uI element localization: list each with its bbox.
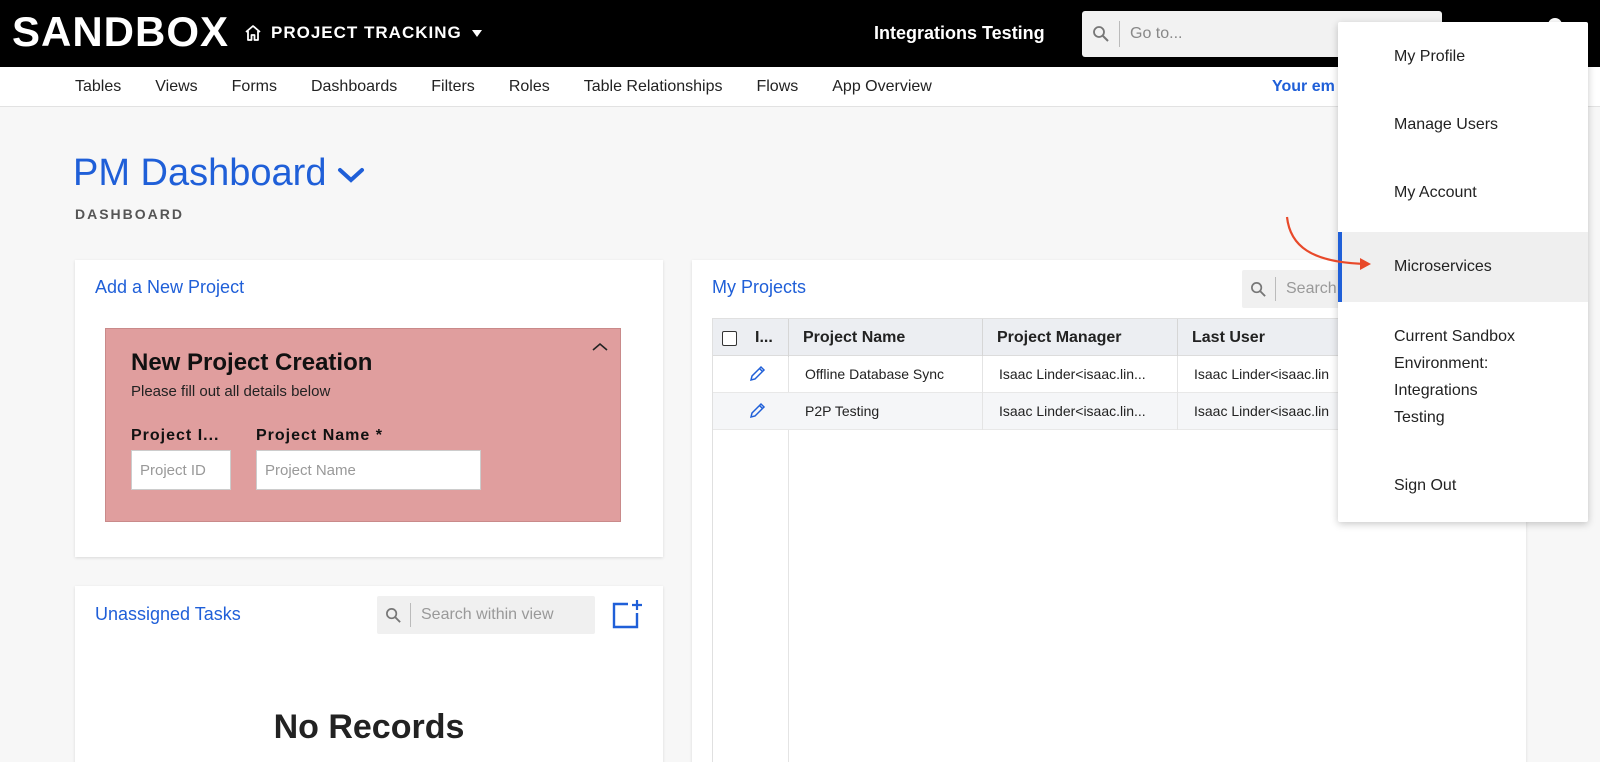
unassigned-search[interactable] <box>377 596 595 634</box>
cell-project-name: Offline Database Sync <box>789 356 983 393</box>
menu-item-my-profile[interactable]: My Profile <box>1338 46 1588 68</box>
unassigned-tasks-title[interactable]: Unassigned Tasks <box>95 604 241 625</box>
chevron-up-icon[interactable] <box>590 339 610 355</box>
cell-project-manager: Isaac Linder<isaac.lin... <box>983 356 1178 393</box>
unassigned-tasks-card: Unassigned Tasks No Records <box>75 586 663 762</box>
project-name-input[interactable] <box>256 450 481 490</box>
environment-line: Current Sandbox <box>1394 328 1515 345</box>
unassigned-search-input[interactable] <box>411 606 581 624</box>
project-id-input[interactable] <box>131 450 231 490</box>
form-description: Please fill out all details below <box>131 383 331 400</box>
nav-items: Tables Views Forms Dashboards Filters Ro… <box>75 67 966 107</box>
nav-filters[interactable]: Filters <box>431 67 475 107</box>
column-header-id[interactable]: I... <box>743 319 789 357</box>
menu-environment-info: Current Sandbox Environment: Integration… <box>1338 323 1588 431</box>
search-icon <box>377 603 411 627</box>
nav-dashboards[interactable]: Dashboards <box>311 67 397 107</box>
no-records-message: No Records <box>273 708 465 746</box>
project-id-label: Project I... <box>131 427 220 444</box>
my-projects-title[interactable]: My Projects <box>712 277 806 298</box>
cell-project-manager: Isaac Linder<isaac.lin... <box>983 393 1178 430</box>
cell-last-user: Isaac Linder<isaac.lin <box>1194 403 1330 419</box>
select-all-checkbox[interactable] <box>722 331 737 346</box>
nav-email-link[interactable]: Your em <box>1272 67 1335 107</box>
nav-app-overview[interactable]: App Overview <box>832 67 932 107</box>
edit-pencil-icon[interactable] <box>747 401 767 426</box>
environment-title: Integrations Testing <box>874 23 1045 43</box>
add-record-icon[interactable] <box>611 598 643 635</box>
cell-project-name: P2P Testing <box>789 393 983 430</box>
home-icon <box>243 23 263 43</box>
column-header-project-manager[interactable]: Project Manager <box>983 319 1178 357</box>
nav-forms[interactable]: Forms <box>232 67 277 107</box>
nav-roles[interactable]: Roles <box>509 67 550 107</box>
nav-table-relationships[interactable]: Table Relationships <box>584 67 723 107</box>
page-title-text: PM Dashboard <box>73 152 327 194</box>
environment-line: Environment: <box>1394 355 1489 372</box>
column-header-project-name[interactable]: Project Name <box>789 319 983 357</box>
caret-down-icon <box>470 27 484 39</box>
app-name: PROJECT TRACKING <box>271 23 462 42</box>
nav-flows[interactable]: Flows <box>756 67 798 107</box>
form-title: New Project Creation <box>131 349 373 376</box>
dashboard-title[interactable]: PM Dashboard <box>73 150 366 196</box>
sandbox-logo[interactable]: SANDBOX <box>12 8 229 56</box>
environment-line: Integrations <box>1394 382 1478 399</box>
annotation-arrow-icon <box>1282 215 1378 284</box>
cell-last-user: Isaac Linder<isaac.lin <box>1194 366 1330 382</box>
search-icon <box>1242 277 1276 301</box>
add-project-card: Add a New Project New Project Creation P… <box>75 260 663 557</box>
page-subtitle: DASHBOARD <box>75 206 184 222</box>
edit-pencil-icon[interactable] <box>747 364 767 389</box>
search-icon <box>1082 21 1120 47</box>
nav-tables[interactable]: Tables <box>75 67 121 107</box>
app-switcher[interactable]: PROJECT TRACKING <box>243 20 484 46</box>
new-project-form: New Project Creation Please fill out all… <box>105 328 621 522</box>
nav-views[interactable]: Views <box>155 67 197 107</box>
project-name-label: Project Name * <box>256 427 383 444</box>
column-header-last-user[interactable]: Last User <box>1178 319 1358 357</box>
add-project-card-title[interactable]: Add a New Project <box>95 277 244 298</box>
environment-line: Testing <box>1394 409 1445 426</box>
chevron-down-icon[interactable] <box>336 150 366 196</box>
menu-item-manage-users[interactable]: Manage Users <box>1338 114 1588 136</box>
menu-item-my-account[interactable]: My Account <box>1338 182 1588 204</box>
menu-item-sign-out[interactable]: Sign Out <box>1338 475 1588 497</box>
